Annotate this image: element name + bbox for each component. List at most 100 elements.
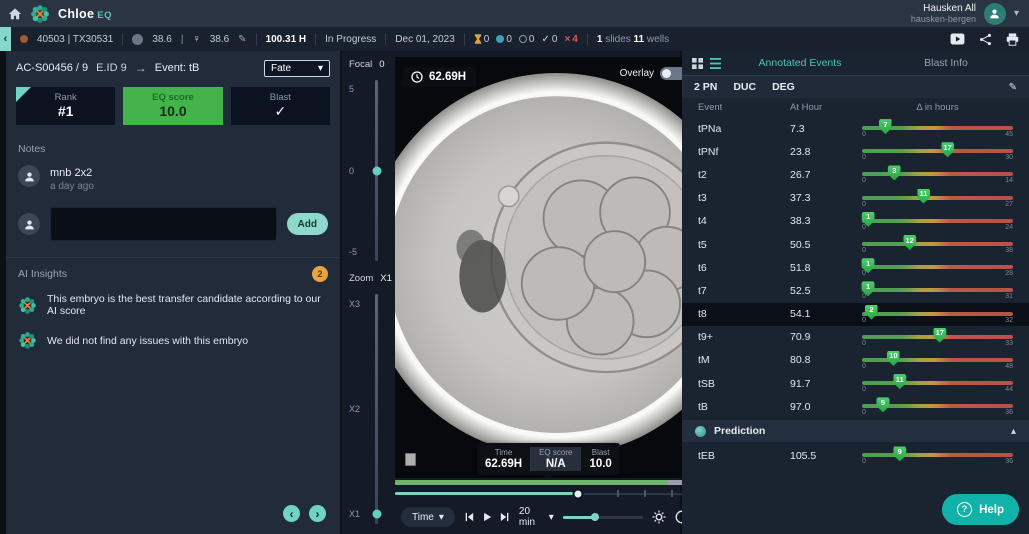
focal-slider[interactable]: 5 0 -5 (349, 78, 389, 263)
column-event: Event (698, 102, 723, 113)
count-value: 0 (506, 33, 512, 45)
print-icon[interactable] (1006, 32, 1019, 46)
next-embryo-button[interactable]: › (309, 505, 326, 522)
event-row[interactable]: t2 26.7 3 0 14 (682, 163, 1029, 186)
share-icon[interactable] (979, 33, 992, 46)
delta-slider[interactable]: 1 0 28 (861, 258, 1013, 277)
zoom-handle[interactable] (372, 509, 381, 519)
delta-slider[interactable]: 3 0 14 (862, 165, 1013, 184)
delta-track (862, 242, 1013, 247)
event-row[interactable]: t7 52.5 1 0 31 (682, 279, 1029, 302)
user-menu[interactable]: Hausken All hausken-bergen ▾ (911, 2, 1019, 25)
scale-min: 0 (862, 247, 866, 255)
event-row[interactable]: tM 80.8 10 0 48 (682, 349, 1029, 372)
chevron-down-icon[interactable]: ▾ (1014, 8, 1019, 19)
delta-slider[interactable]: 11 0 27 (862, 188, 1013, 208)
event-row[interactable]: t9+ 70.9 17 0 33 (682, 326, 1029, 349)
speed-slider[interactable] (562, 511, 644, 524)
timeline-scrubber[interactable] (395, 487, 696, 500)
event-row[interactable]: t3 37.3 11 0 27 (682, 187, 1029, 210)
tab-blast-info[interactable]: Blast Info (873, 57, 1019, 69)
delta-slider[interactable]: 17 0 33 (862, 327, 1013, 347)
comment-input[interactable] (50, 207, 277, 242)
time-mode-value: Time (412, 511, 434, 523)
add-comment-button[interactable]: Add (286, 213, 328, 236)
zoom-track[interactable] (375, 294, 378, 524)
scrubber-handle[interactable] (572, 488, 584, 499)
delta-marker[interactable]: 9 (893, 446, 907, 462)
focal-tick: 5 (349, 84, 355, 95)
bookmark-corner-icon[interactable] (16, 87, 31, 102)
event-row[interactable]: t4 38.3 1 0 24 (682, 210, 1029, 233)
delta-marker[interactable]: 17 (933, 327, 947, 343)
fate-dropdown[interactable]: Fate ▾ (264, 59, 330, 77)
delta-marker[interactable]: 2 (864, 304, 878, 320)
delta-slider[interactable]: 17 0 30 (862, 142, 1013, 161)
skip-forward-button[interactable] (500, 512, 510, 522)
event-row[interactable]: tB 97.0 5 0 36 (682, 395, 1029, 418)
event-row[interactable]: t5 50.5 12 0 38 (682, 233, 1029, 256)
event-row[interactable]: tEB 105.5 9 0 36 (682, 442, 1029, 469)
focal-handle[interactable] (372, 166, 381, 175)
chevron-up-icon[interactable]: ▴ (1011, 426, 1016, 437)
zoom-slider[interactable]: X3 X2 X1 (349, 292, 389, 526)
delta-slider[interactable]: 9 0 36 (862, 446, 1013, 465)
scrubber-fill (395, 492, 579, 495)
delta-slider[interactable]: 1 0 31 (861, 281, 1013, 300)
delta-slider[interactable]: 1 0 24 (861, 211, 1013, 231)
image-note-icon[interactable] (405, 453, 416, 466)
delta-marker[interactable]: 5 (876, 397, 890, 413)
event-row[interactable]: tSB 91.7 11 0 44 (682, 372, 1029, 395)
delta-marker[interactable]: 7 (878, 119, 892, 135)
notes-label: Notes (18, 143, 46, 155)
column-delta: Δ in hours (916, 102, 959, 113)
event-hour: 50.5 (790, 238, 811, 251)
embryo-detail-panel: AC-S00456 / 9 E.ID 9 → Event: tB Fate ▾ … (6, 51, 340, 534)
delta-slider[interactable]: 7 0 45 (862, 119, 1013, 138)
interval-dropdown[interactable]: 20 min ▾ (519, 506, 554, 528)
help-button[interactable]: ? Help (942, 494, 1019, 525)
delta-slider[interactable]: 2 0 32 (862, 304, 1013, 324)
tab-annotated-events[interactable]: Annotated Events (727, 57, 873, 69)
delta-slider[interactable]: 11 0 44 (862, 374, 1013, 393)
delta-track (862, 149, 1013, 154)
edit-annotations-icon[interactable]: ✎ (1009, 82, 1017, 93)
delta-marker[interactable]: 11 (893, 374, 907, 390)
embryo-header: AC-S00456 / 9 E.ID 9 → Event: tB Fate ▾ (6, 51, 340, 85)
video-export-icon[interactable] (950, 33, 965, 45)
grid-view-icon[interactable] (692, 57, 703, 69)
view-toggles (692, 57, 721, 69)
home-icon[interactable] (8, 7, 22, 21)
embryo-image-stage[interactable]: 62.69H Overlay Time 62.69H EQ score N/A (395, 57, 696, 478)
delta-slider[interactable]: 12 0 38 (862, 235, 1013, 254)
time-mode-dropdown[interactable]: Time ▾ (401, 507, 455, 527)
play-button[interactable] (482, 512, 492, 522)
temperature-a: 38.6 (152, 33, 172, 45)
transport-buttons (464, 512, 510, 522)
delta-slider[interactable]: 5 0 36 (862, 397, 1013, 416)
embryo-pagination: ‹ › (6, 495, 340, 534)
speed-handle[interactable] (590, 513, 599, 521)
score-cards: Rank #1 EQ score 10.0 Blast ✓ (6, 85, 340, 135)
delta-marker[interactable]: 3 (887, 165, 901, 181)
event-progress-bar[interactable] (395, 480, 696, 485)
skip-back-button[interactable] (464, 512, 474, 522)
brightness-icon[interactable] (652, 510, 666, 524)
event-row[interactable]: t6 51.8 1 0 28 (682, 256, 1029, 279)
previous-embryo-button[interactable]: ‹ (283, 505, 300, 522)
delta-marker[interactable]: 11 (917, 188, 931, 204)
collapse-panel-button[interactable]: ‹ (0, 27, 11, 51)
comment-compose: Add (6, 195, 340, 247)
scale-min: 0 (862, 339, 866, 347)
delta-marker[interactable]: 12 (903, 235, 917, 251)
event-row[interactable]: t8 54.1 2 0 32 (682, 302, 1029, 326)
event-row[interactable]: tPNa 7.3 7 0 45 (682, 117, 1029, 140)
event-name: tB (698, 400, 708, 413)
delta-marker[interactable]: 10 (886, 350, 900, 366)
list-view-icon[interactable] (710, 57, 721, 69)
user-avatar[interactable] (983, 2, 1006, 25)
delta-marker[interactable]: 17 (941, 142, 955, 158)
event-row[interactable]: tPNf 23.8 17 0 30 (682, 140, 1029, 163)
delta-slider[interactable]: 10 0 48 (862, 350, 1013, 370)
edit-temperature-icon[interactable]: ✎ (238, 34, 246, 45)
